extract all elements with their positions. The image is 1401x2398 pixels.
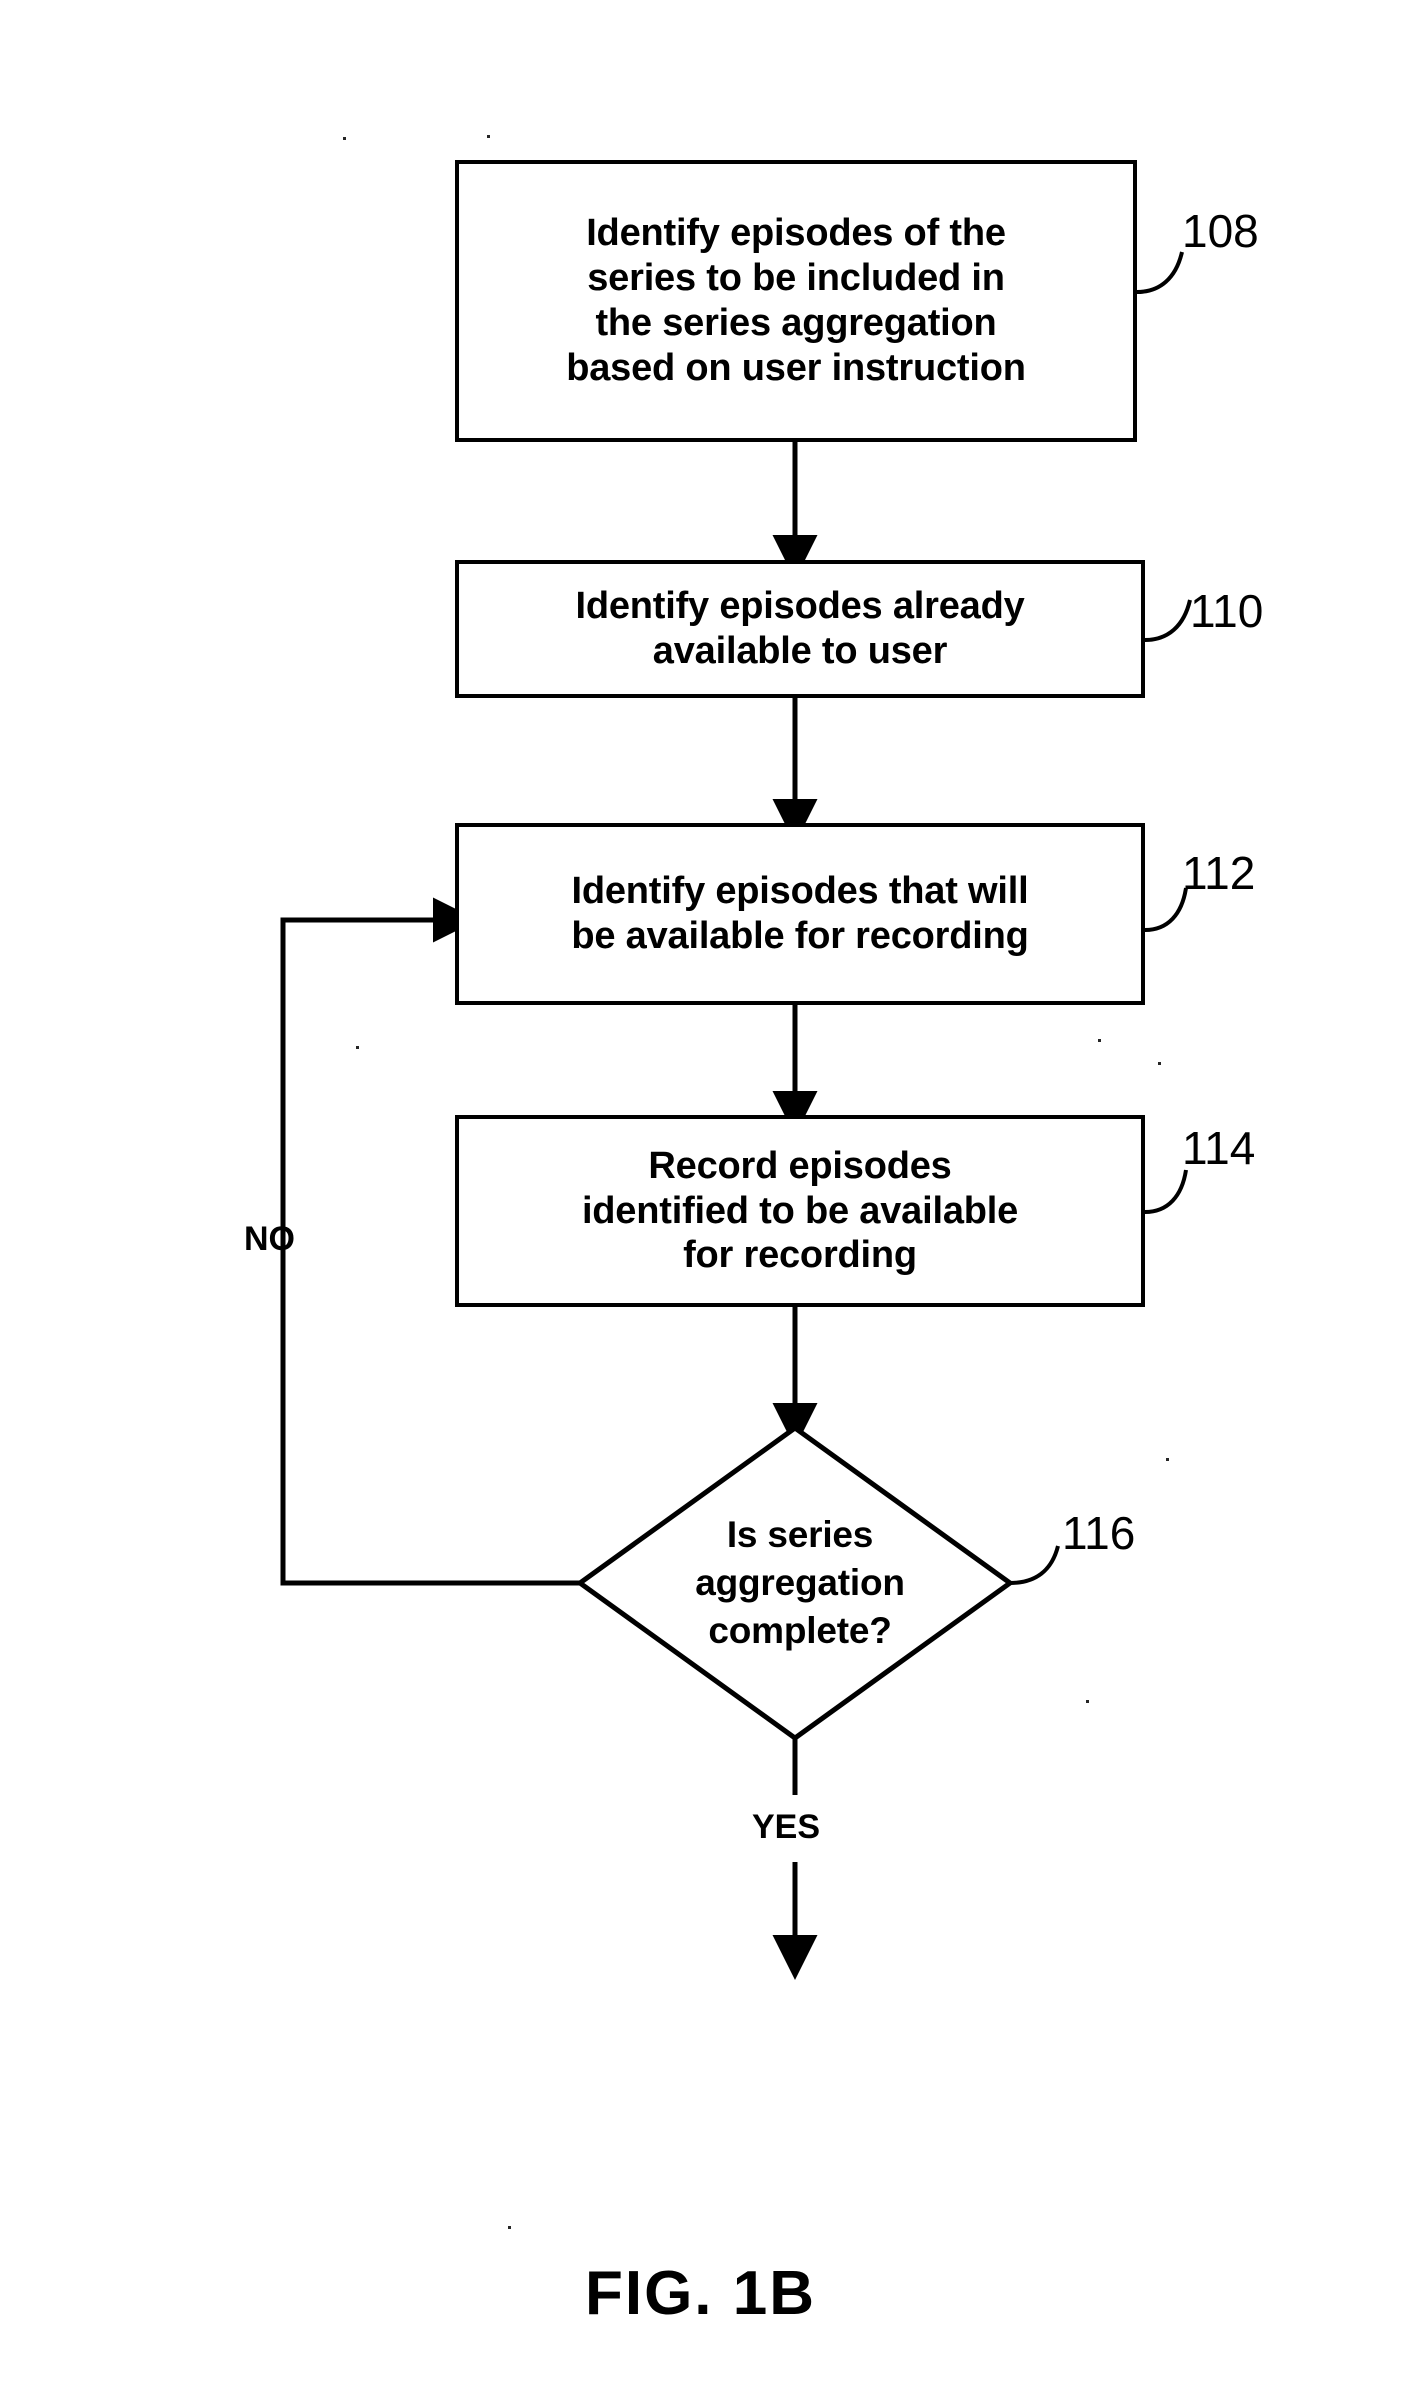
scan-speckle (1158, 1062, 1161, 1065)
reference-numeral-112: 112 (1182, 847, 1256, 899)
process-box-112: Identify episodes that will be available… (455, 823, 1145, 1005)
scan-speckle (1098, 1039, 1101, 1042)
reference-numeral-114: 114 (1182, 1122, 1256, 1174)
leader-108 (1136, 251, 1184, 294)
process-box-110: Identify episodes already available to u… (455, 560, 1145, 698)
scan-speckle (1166, 1458, 1169, 1461)
leader-114 (1144, 1169, 1188, 1214)
scan-speckle (343, 137, 346, 140)
reference-numeral-110: 110 (1190, 585, 1264, 637)
scan-speckle (1086, 1700, 1089, 1703)
process-box-114: Record episodes identified to be availab… (455, 1115, 1145, 1307)
process-box-110-text: Identify episodes already available to u… (575, 585, 1025, 672)
leader-110 (1144, 599, 1192, 642)
figure-root: Identify episodes of the series to be in… (0, 0, 1401, 2398)
decision-diamond-116-label: Is series aggregation complete? (590, 1478, 1010, 1688)
process-box-108-text: Identify episodes of the series to be in… (566, 212, 1026, 389)
reference-numeral-116: 116 (1062, 1507, 1136, 1559)
process-box-108: Identify episodes of the series to be in… (455, 160, 1137, 442)
process-box-112-text: Identify episodes that will be available… (571, 870, 1029, 957)
leader-116 (1009, 1545, 1060, 1585)
decision-diamond-116-text: Is series aggregation complete? (695, 1513, 905, 1652)
scan-speckle (487, 135, 490, 138)
branch-label-no: NO (244, 1220, 295, 1258)
process-box-114-text: Record episodes identified to be availab… (581, 1144, 1019, 1277)
branch-label-yes: YES (752, 1808, 821, 1846)
leader-112 (1144, 887, 1188, 932)
scan-speckle (356, 1046, 359, 1049)
figure-caption: FIG. 1B (584, 2259, 817, 2328)
scan-speckle (508, 2226, 511, 2229)
reference-numeral-108: 108 (1182, 205, 1259, 257)
